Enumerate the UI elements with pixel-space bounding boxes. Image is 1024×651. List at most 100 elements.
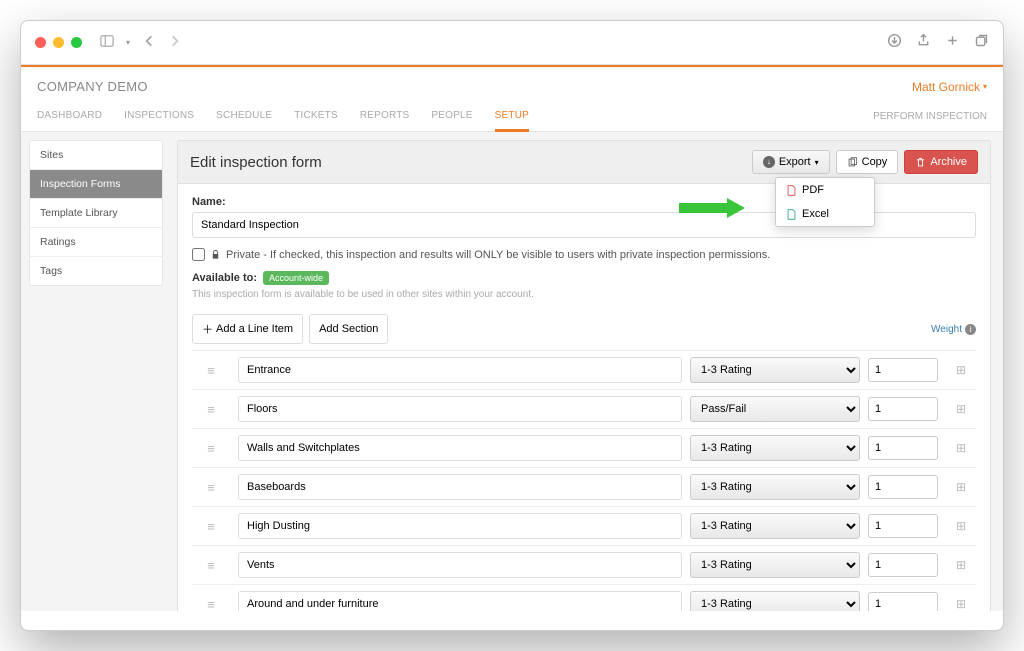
availability-helper: This inspection form is available to be …	[192, 289, 976, 300]
new-tab-icon[interactable]	[945, 33, 960, 53]
line-item-name-input[interactable]	[238, 396, 682, 422]
line-item-weight-input[interactable]	[868, 436, 938, 460]
tabs-icon[interactable]	[974, 33, 989, 53]
line-item-row: ≡ 1-3 Rating ⊞	[192, 350, 976, 389]
line-item-weight-input[interactable]	[868, 514, 938, 538]
private-label: Private - If checked, this inspection an…	[226, 249, 770, 261]
tab-dashboard[interactable]: DASHBOARD	[37, 102, 102, 131]
share-icon[interactable]	[916, 33, 931, 53]
line-item-row: ≡ 1-3 Rating ⊞	[192, 428, 976, 467]
drag-handle-icon[interactable]: ≡	[192, 519, 230, 534]
add-line-item-button[interactable]: ＋ Add a Line Item	[192, 314, 303, 344]
add-sub-item-button[interactable]: ⊞	[946, 519, 976, 533]
line-item-weight-input[interactable]	[868, 358, 938, 382]
line-item-rating-select[interactable]: 1-3 Rating	[690, 552, 860, 578]
line-item-rating-select[interactable]: 1-3 Rating	[690, 435, 860, 461]
nav-tabs-left: DASHBOARD INSPECTIONS SCHEDULE TICKETS R…	[37, 102, 529, 131]
perform-inspection-link[interactable]: PERFORM INSPECTION	[873, 111, 987, 122]
back-button[interactable]	[142, 34, 156, 52]
private-row: Private - If checked, this inspection an…	[192, 248, 976, 261]
export-excel-option[interactable]: Excel	[776, 202, 874, 226]
export-pdf-label: PDF	[802, 184, 824, 196]
sidebar-item-tags[interactable]: Tags	[30, 257, 162, 285]
line-item-row: ≡ Pass/Fail ⊞	[192, 389, 976, 428]
weight-link[interactable]: Weight i	[931, 324, 976, 335]
drag-handle-icon[interactable]: ≡	[192, 558, 230, 573]
add-sub-item-button[interactable]: ⊞	[946, 441, 976, 455]
export-button[interactable]: ↓ Export ▾	[752, 150, 830, 174]
line-item-rating-select[interactable]: 1-3 Rating	[690, 474, 860, 500]
add-sub-item-button[interactable]: ⊞	[946, 402, 976, 416]
chevron-down-icon[interactable]: ▾	[126, 38, 130, 47]
sidebar: Sites Inspection Forms Template Library …	[21, 132, 171, 611]
tab-people[interactable]: PEOPLE	[431, 102, 472, 131]
line-item-weight-input[interactable]	[868, 592, 938, 611]
sidebar-item-ratings[interactable]: Ratings	[30, 228, 162, 257]
export-excel-label: Excel	[802, 208, 829, 220]
drag-handle-icon[interactable]: ≡	[192, 441, 230, 456]
line-item-row: ≡ 1-3 Rating ⊞	[192, 584, 976, 611]
line-item-name-input[interactable]	[238, 552, 682, 578]
add-section-label: Add Section	[319, 323, 378, 335]
private-checkbox[interactable]	[192, 248, 205, 261]
line-item-name-input[interactable]	[238, 513, 682, 539]
topbar: COMPANY DEMO Matt Gornick ▾	[21, 67, 1003, 102]
line-item-rating-select[interactable]: 1-3 Rating	[690, 513, 860, 539]
line-items-list: ≡ 1-3 Rating ⊞ ≡ Pass/Fail ⊞ ≡ 1-3 Rating ⊞ ≡ 1-3 …	[192, 350, 976, 611]
archive-label: Archive	[930, 156, 967, 168]
annotation-arrow	[677, 196, 747, 225]
sidebar-item-inspection-forms[interactable]: Inspection Forms	[30, 170, 162, 199]
tab-reports[interactable]: REPORTS	[360, 102, 410, 131]
account-wide-badge: Account-wide	[263, 271, 329, 285]
line-item-row: ≡ 1-3 Rating ⊞	[192, 467, 976, 506]
weight-label: Weight	[931, 324, 962, 335]
tab-schedule[interactable]: SCHEDULE	[216, 102, 272, 131]
line-item-name-input[interactable]	[238, 474, 682, 500]
chevron-down-icon: ▾	[815, 158, 819, 167]
excel-file-icon	[786, 209, 797, 220]
add-sub-item-button[interactable]: ⊞	[946, 363, 976, 377]
add-sub-item-button[interactable]: ⊞	[946, 480, 976, 494]
drag-handle-icon[interactable]: ≡	[192, 402, 230, 417]
sidebar-item-sites[interactable]: Sites	[30, 141, 162, 170]
tab-setup[interactable]: SETUP	[495, 102, 529, 132]
tab-tickets[interactable]: TICKETS	[294, 102, 338, 131]
panel-body: Name: Private - If checked, this inspect…	[177, 184, 991, 611]
download-icon[interactable]	[887, 33, 902, 53]
window-chrome: ▾	[21, 21, 1003, 65]
archive-button[interactable]: Archive	[904, 150, 978, 174]
line-item-name-input[interactable]	[238, 591, 682, 611]
add-section-button[interactable]: Add Section	[309, 314, 388, 344]
sidebar-toggle-icon[interactable]	[100, 34, 114, 52]
export-pdf-option[interactable]: PDF	[776, 178, 874, 202]
trash-icon	[915, 157, 926, 168]
maximize-window-button[interactable]	[71, 37, 82, 48]
copy-label: Copy	[862, 156, 888, 168]
tab-inspections[interactable]: INSPECTIONS	[124, 102, 194, 131]
chevron-down-icon: ▾	[983, 82, 987, 91]
main-panel: Edit inspection form ↓ Export ▾ Copy Arc…	[171, 132, 1003, 611]
line-item-weight-input[interactable]	[868, 553, 938, 577]
copy-button[interactable]: Copy	[836, 150, 899, 174]
forward-button[interactable]	[168, 34, 182, 52]
line-item-rating-select[interactable]: Pass/Fail	[690, 396, 860, 422]
add-sub-item-button[interactable]: ⊞	[946, 558, 976, 572]
panel-header: Edit inspection form ↓ Export ▾ Copy Arc…	[177, 140, 991, 184]
app-window: ▾ COMPANY DEMO Matt Gornick ▾ DASHBOARD …	[20, 20, 1004, 631]
close-window-button[interactable]	[35, 37, 46, 48]
drag-handle-icon[interactable]: ≡	[192, 480, 230, 495]
line-item-weight-input[interactable]	[868, 397, 938, 421]
add-sub-item-button[interactable]: ⊞	[946, 597, 976, 611]
line-item-name-input[interactable]	[238, 357, 682, 383]
line-item-row: ≡ 1-3 Rating ⊞	[192, 545, 976, 584]
line-item-weight-input[interactable]	[868, 475, 938, 499]
sidebar-item-template-library[interactable]: Template Library	[30, 199, 162, 228]
sidebar-list: Sites Inspection Forms Template Library …	[29, 140, 163, 286]
user-menu[interactable]: Matt Gornick ▾	[912, 80, 987, 94]
line-item-rating-select[interactable]: 1-3 Rating	[690, 357, 860, 383]
drag-handle-icon[interactable]: ≡	[192, 597, 230, 612]
drag-handle-icon[interactable]: ≡	[192, 363, 230, 378]
minimize-window-button[interactable]	[53, 37, 64, 48]
line-item-rating-select[interactable]: 1-3 Rating	[690, 591, 860, 611]
line-item-name-input[interactable]	[238, 435, 682, 461]
